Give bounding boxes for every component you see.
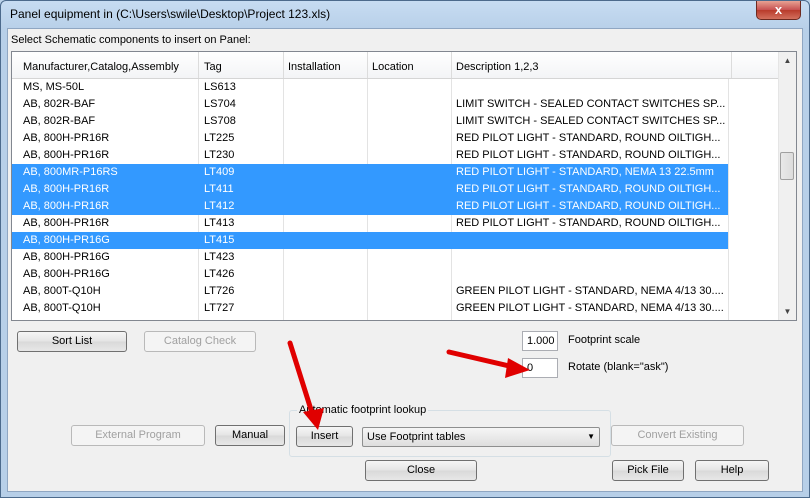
arrow-to-insert-icon bbox=[287, 340, 316, 419]
arrow-head-icon bbox=[303, 408, 324, 430]
arrow-head-icon bbox=[505, 358, 530, 378]
annotation-arrows bbox=[287, 340, 530, 430]
